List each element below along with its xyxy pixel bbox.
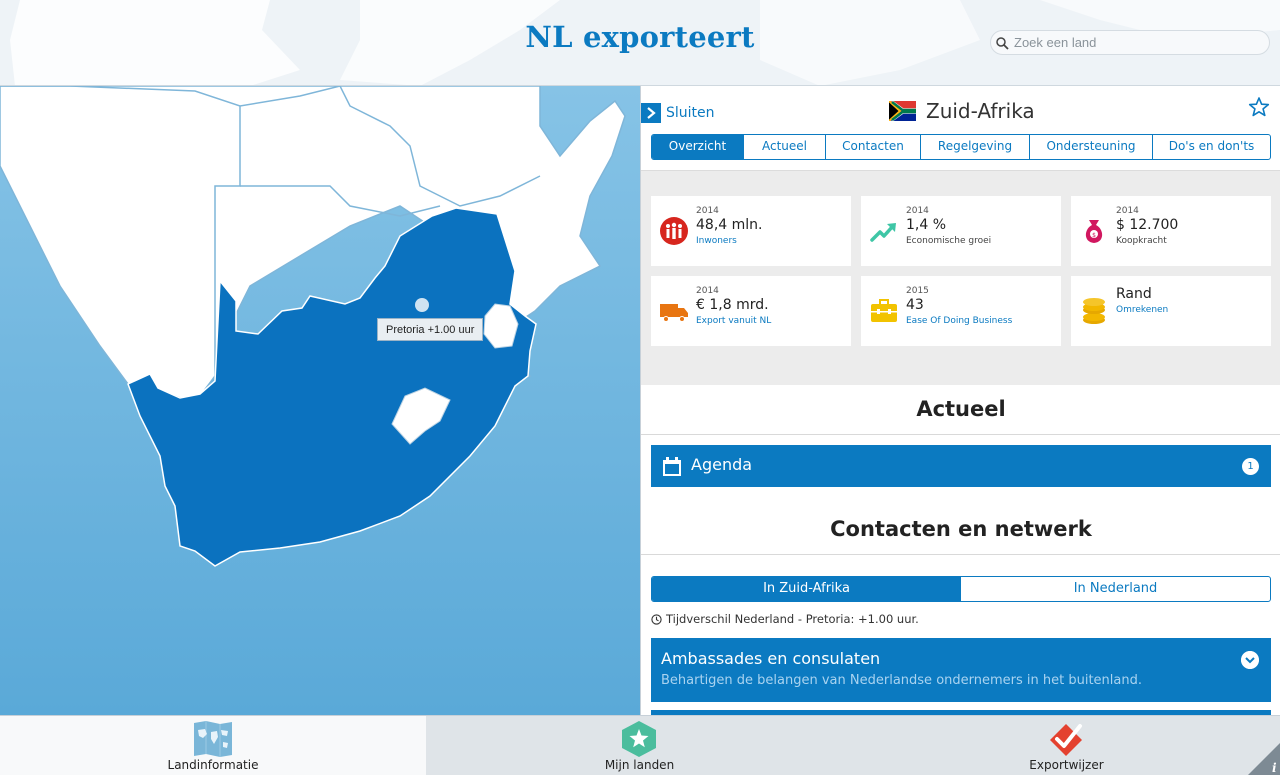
bottom-navigation: Landinformatie Mijn landen Exportwijzer … [0,715,1280,775]
checkmark-icon [1050,724,1082,756]
card-value: 1,4 % [906,217,947,233]
card-year: 2014 [696,286,719,296]
pretoria-pin[interactable] [415,298,429,312]
money-bag-icon: $ [1085,220,1103,243]
toggle-in-zuid-afrika[interactable]: In Zuid-Afrika [652,577,961,601]
south-africa-flag-icon [889,101,916,121]
card-ease-of-doing-business[interactable]: 2015 43 Ease Of Doing Business [861,276,1061,346]
tab-ondersteuning[interactable]: Ondersteuning [1030,135,1153,159]
card-valuta[interactable]: Rand Omrekenen [1071,276,1271,346]
card-koopkracht: $ 2014 $ 12.700 Koopkracht [1071,196,1271,266]
world-map-icon [194,721,232,757]
card-value: Rand [1116,286,1152,302]
time-difference: Tijdverschil Nederland - Pretoria: +1.00… [651,612,919,626]
nav-label: Landinformatie [167,758,259,772]
card-economische-groei: 2014 1,4 % Economische groei [861,196,1061,266]
favorite-star-icon[interactable] [1248,96,1270,118]
chevron-down-icon[interactable] [1241,651,1259,669]
embassies-title: Ambassades en consulaten [661,649,881,668]
card-value: € 1,8 mrd. [696,297,769,313]
info-icon[interactable]: i [1248,743,1280,775]
country-name: Zuid-Afrika [926,99,1035,123]
card-link[interactable]: Inwoners [696,236,737,246]
star-shield-icon [622,721,656,757]
embassies-accordion[interactable]: Ambassades en consulaten Behartigen de b… [651,638,1271,702]
card-value: 48,4 mln. [696,217,763,233]
nav-exportwijzer[interactable]: Exportwijzer [853,716,1280,775]
card-label: Koopkracht [1116,236,1167,246]
search-icon [996,37,1009,50]
card-link[interactable]: Ease Of Doing Business [906,316,1012,326]
country-panel: Sluiten Zuid-Afrika Overzicht Actueel Co… [640,86,1280,715]
close-button[interactable]: Sluiten [641,103,715,123]
map-svg[interactable] [0,86,640,715]
card-link[interactable]: Export vanuit NL [696,316,771,326]
agenda-label: Agenda [691,455,753,474]
tab-actueel[interactable]: Actueel [744,135,826,159]
truck-icon [660,304,688,322]
nav-label: Exportwijzer [1029,758,1104,772]
coins-icon [1083,298,1105,324]
tab-contacten[interactable]: Contacten [826,135,921,159]
overview-section: 2014 48,4 mln. Inwoners 2014 1,4 % Econo… [641,170,1280,385]
time-difference-text: Tijdverschil Nederland - Pretoria: +1.00… [666,612,919,626]
tab-overzicht[interactable]: Overzicht [652,135,744,159]
country-map[interactable]: Pretoria +1.00 uur [0,86,640,715]
tab-dos-en-donts[interactable]: Do's en don'ts [1153,135,1270,159]
chevron-right-icon [641,103,661,123]
svg-text:$: $ [1092,232,1096,239]
close-label: Sluiten [666,105,715,121]
card-link[interactable]: Omrekenen [1116,305,1168,315]
tab-regelgeving[interactable]: Regelgeving [921,135,1030,159]
agenda-count-badge: 1 [1242,458,1259,475]
embassies-subtitle: Behartigen de belangen van Nederlandse o… [661,673,1142,688]
card-year: 2014 [906,206,929,216]
nav-mijn-landen[interactable]: Mijn landen [426,716,853,775]
card-value: 43 [906,297,924,313]
nav-landinformatie[interactable]: Landinformatie [0,716,426,775]
card-year: 2014 [696,206,719,216]
calendar-icon [663,457,681,476]
pretoria-time-label: Pretoria +1.00 uur [377,318,484,341]
app-header: NL exporteert [0,0,1280,86]
growth-arrow-icon [870,223,896,242]
country-tabs: Overzicht Actueel Contacten Regelgeving … [651,134,1271,160]
card-inwoners[interactable]: 2014 48,4 mln. Inwoners [651,196,851,266]
search-input[interactable] [1014,31,1264,54]
contact-location-toggle: In Zuid-Afrika In Nederland [651,576,1271,602]
country-heading: Zuid-Afrika [889,99,1035,123]
card-year: 2014 [1116,206,1139,216]
clock-icon [651,613,662,625]
card-value: $ 12.700 [1116,217,1179,233]
section-heading-contacten: Contacten en netwerk [641,505,1280,555]
card-export[interactable]: 2014 € 1,8 mrd. Export vanuit NL [651,276,851,346]
briefcase-icon [871,299,897,322]
toggle-in-nederland[interactable]: In Nederland [961,577,1270,601]
agenda-button[interactable]: Agenda 1 [651,445,1271,487]
section-heading-actueel: Actueel [641,385,1280,435]
card-year: 2015 [906,286,929,296]
svg-text:i: i [1272,761,1277,775]
people-icon [660,217,688,245]
country-search[interactable] [990,30,1270,55]
card-label: Economische groei [906,236,992,246]
nav-label: Mijn landen [604,758,675,772]
